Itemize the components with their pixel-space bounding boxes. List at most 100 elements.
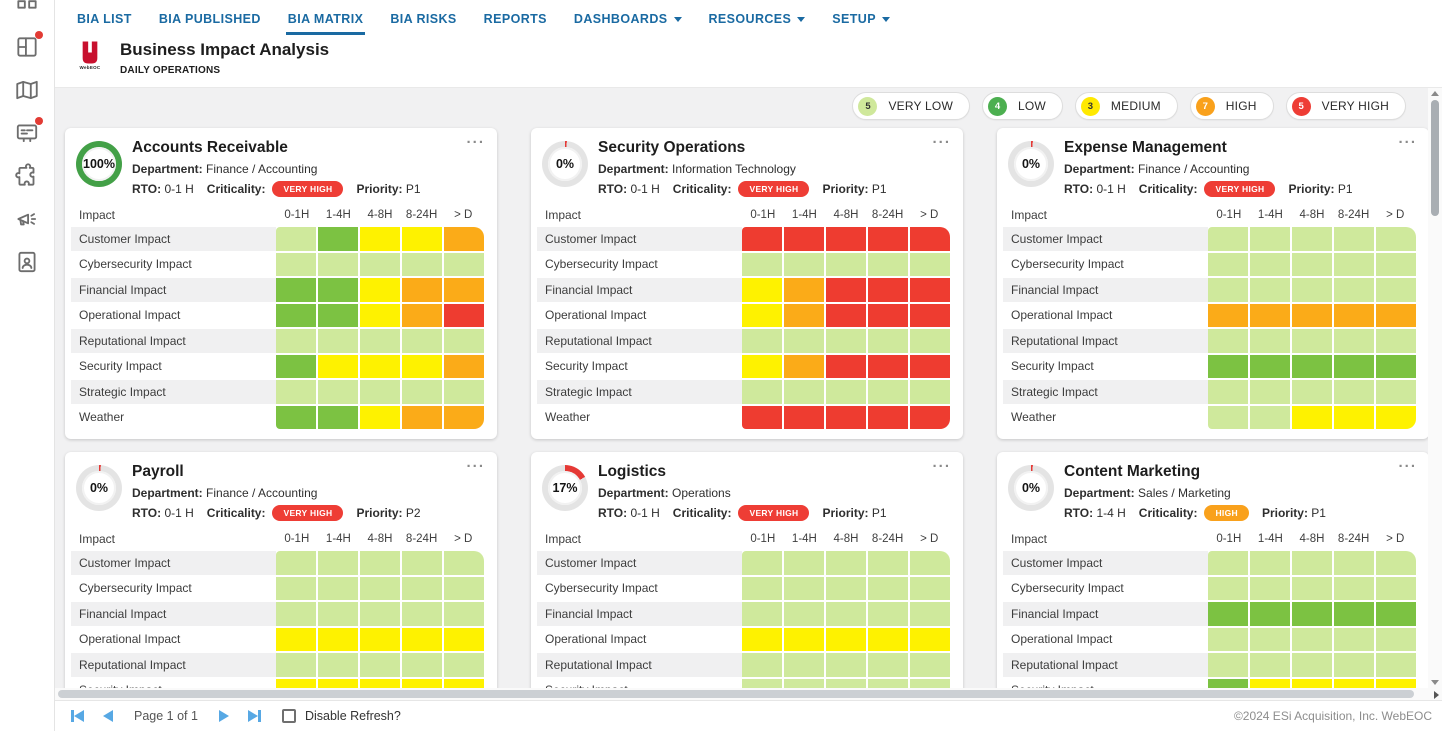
- vertical-scrollbar[interactable]: [1428, 88, 1442, 688]
- rto-value: RTO: 0-1 H: [1064, 182, 1126, 196]
- previous-page-button[interactable]: [103, 710, 113, 722]
- matrix-cell-vl: [318, 329, 358, 353]
- scroll-down-icon[interactable]: [1431, 680, 1439, 685]
- card-header: 0% Expense ManagementDepartment: Finance …: [1003, 139, 1416, 203]
- tab-bia-list[interactable]: BIA LIST: [75, 10, 134, 32]
- layout-panels-icon[interactable]: [14, 34, 40, 60]
- contact-card-icon[interactable]: [14, 249, 40, 275]
- legend-pill-high[interactable]: 7HIGH: [1190, 92, 1274, 120]
- tab-reports[interactable]: REPORTS: [482, 10, 549, 32]
- bia-card: ...0%PayrollDepartment: Finance / Accoun…: [65, 452, 497, 700]
- matrix-cell-vl: [1208, 380, 1248, 404]
- matrix-cell-vl: [444, 551, 484, 575]
- tab-bia-published[interactable]: BIA PUBLISHED: [157, 10, 263, 32]
- bia-card: ... 0% Expense ManagementDepartment: Finan…: [997, 128, 1428, 439]
- scroll-up-icon[interactable]: [1431, 91, 1439, 96]
- matrix-cell-vl: [444, 602, 484, 626]
- tab-bia-matrix[interactable]: BIA MATRIX: [286, 10, 366, 35]
- progress-ring: 0%: [1008, 141, 1054, 187]
- tab-dashboards[interactable]: DASHBOARDS: [572, 10, 684, 32]
- matrix-cell-vl: [276, 551, 316, 575]
- card-info: Expense ManagementDepartment: Finance / …: [1064, 139, 1353, 197]
- card-meta: RTO: 0-1 HCriticality:VERY HIGHPriority:…: [132, 505, 421, 521]
- matrix-cell-vl: [444, 329, 484, 353]
- criticality-badge: VERY HIGH: [272, 505, 343, 521]
- progress-percent: 0%: [1014, 147, 1048, 181]
- map-icon[interactable]: [14, 77, 40, 103]
- legend-pill-medium[interactable]: 3MEDIUM: [1075, 92, 1178, 120]
- card-menu-button[interactable]: ...: [932, 454, 951, 471]
- card-menu-button[interactable]: ...: [932, 130, 951, 147]
- priority-value: Priority: P1: [1262, 506, 1326, 520]
- matrix-cell-l: [1334, 602, 1374, 626]
- last-page-button[interactable]: [248, 710, 261, 722]
- disable-refresh-control[interactable]: Disable Refresh?: [282, 709, 401, 723]
- card-menu-button[interactable]: ...: [466, 130, 485, 147]
- megaphone-icon[interactable]: [14, 206, 40, 232]
- legend-pill-very-low[interactable]: 5VERY LOW: [852, 92, 970, 120]
- apps-icon-partial[interactable]: [14, 0, 40, 12]
- time-column-header: 8-24H: [1333, 533, 1375, 545]
- matrix-row: Operational Impact: [1003, 304, 1416, 328]
- matrix-cell-vl: [318, 551, 358, 575]
- matrix-row-label: Weather: [1003, 406, 1208, 430]
- matrix-cell-m: [910, 628, 950, 652]
- time-column-header: 0-1H: [276, 533, 318, 545]
- legend-pill-low[interactable]: 4LOW: [982, 92, 1063, 120]
- matrix-cell-m: [402, 355, 442, 379]
- matrix-row-label: Financial Impact: [71, 278, 276, 302]
- matrix-cell-vl: [1376, 278, 1416, 302]
- footer-bar: Page 1 of 1 Disable Refresh? ©2024 ESi A…: [55, 700, 1442, 731]
- priority-value: Priority: P1: [822, 506, 886, 520]
- matrix-row-label: Security Impact: [71, 355, 276, 379]
- matrix-cells: [276, 406, 484, 430]
- puzzle-plugin-icon[interactable]: [14, 163, 40, 189]
- matrix-header: Impact0-1H1-4H4-8H8-24H> D: [537, 529, 950, 549]
- card-info: Accounts ReceivableDepartment: Finance /…: [132, 139, 421, 197]
- legend-pill-very-high[interactable]: 5VERY HIGH: [1286, 92, 1406, 120]
- status-board-icon[interactable]: [14, 120, 40, 146]
- scroll-right-icon[interactable]: [1434, 691, 1439, 699]
- disable-refresh-label: Disable Refresh?: [305, 709, 401, 723]
- matrix-cell-vl: [1334, 653, 1374, 677]
- time-column-header: > D: [442, 209, 484, 221]
- next-page-button[interactable]: [219, 710, 229, 722]
- time-column-header: 1-4H: [318, 209, 360, 221]
- card-menu-button[interactable]: ...: [1398, 130, 1417, 147]
- card-menu-button[interactable]: ...: [466, 454, 485, 471]
- impact-column-header: Impact: [71, 208, 276, 222]
- matrix-cells: [1208, 406, 1416, 430]
- tab-setup[interactable]: SETUP: [830, 10, 892, 32]
- matrix-cell-vh: [910, 304, 950, 328]
- time-column-header: > D: [442, 533, 484, 545]
- horizontal-scrollbar[interactable]: [55, 688, 1428, 700]
- matrix-row-label: Cybersecurity Impact: [1003, 577, 1208, 601]
- matrix-header: Impact0-1H1-4H4-8H8-24H> D: [71, 205, 484, 225]
- matrix-row: Financial Impact: [1003, 602, 1416, 626]
- vertical-scrollbar-thumb[interactable]: [1431, 100, 1439, 216]
- matrix-cell-h: [444, 278, 484, 302]
- impact-column-header: Impact: [1003, 208, 1208, 222]
- matrix-cell-m: [360, 304, 400, 328]
- card-meta: RTO: 1-4 HCriticality:HIGHPriority: P1: [1064, 505, 1326, 521]
- matrix-cell-vh: [868, 406, 908, 430]
- matrix-cells: [742, 551, 950, 575]
- matrix-cell-m: [360, 406, 400, 430]
- matrix-cell-l: [318, 227, 358, 251]
- first-page-button[interactable]: [71, 710, 84, 722]
- tab-resources[interactable]: RESOURCES: [707, 10, 808, 32]
- matrix-row-label: Reputational Impact: [71, 653, 276, 677]
- matrix-cell-vl: [868, 253, 908, 277]
- matrix-cell-vl: [868, 577, 908, 601]
- horizontal-scrollbar-thumb[interactable]: [58, 690, 1414, 698]
- matrix-header: Impact0-1H1-4H4-8H8-24H> D: [537, 205, 950, 225]
- matrix-row: Reputational Impact: [537, 329, 950, 353]
- time-column-header: 4-8H: [825, 209, 867, 221]
- matrix-row: Strategic Impact: [1003, 380, 1416, 404]
- matrix-cell-vl: [360, 653, 400, 677]
- disable-refresh-checkbox[interactable]: [282, 709, 296, 723]
- time-column-header: 1-4H: [784, 209, 826, 221]
- card-menu-button[interactable]: ...: [1398, 454, 1417, 471]
- tab-bia-risks[interactable]: BIA RISKS: [388, 10, 458, 32]
- matrix-cell-vh: [742, 227, 782, 251]
